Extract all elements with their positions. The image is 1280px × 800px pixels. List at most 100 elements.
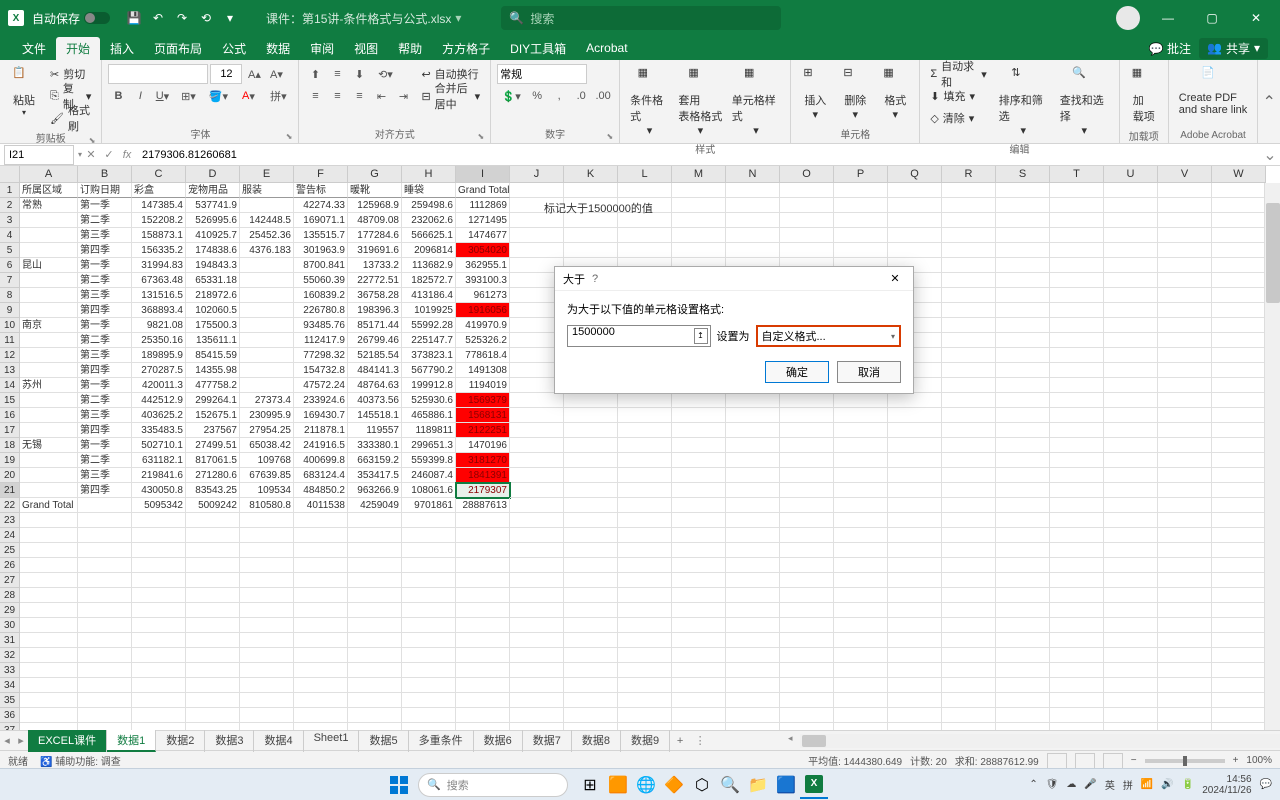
cell[interactable]: 237567 [186, 423, 240, 438]
cell[interactable] [834, 693, 888, 708]
cell[interactable] [20, 543, 78, 558]
cell[interactable]: 睡袋 [402, 183, 456, 198]
cell[interactable] [402, 723, 456, 730]
cell[interactable] [1158, 708, 1212, 723]
cell[interactable] [132, 603, 186, 618]
touch-mode-icon[interactable]: ⟲ [196, 8, 216, 28]
cell[interactable]: 55060.39 [294, 273, 348, 288]
cell[interactable] [294, 573, 348, 588]
cell[interactable]: 2122251 [456, 423, 510, 438]
cell[interactable] [510, 573, 564, 588]
cell[interactable] [834, 438, 888, 453]
tray-mic-icon[interactable]: 🎤 [1084, 779, 1096, 790]
cell[interactable] [1158, 183, 1212, 198]
cell[interactable] [942, 528, 996, 543]
cell[interactable] [186, 513, 240, 528]
cell[interactable]: 52185.54 [348, 348, 402, 363]
cell[interactable] [1212, 513, 1266, 528]
cell[interactable] [240, 723, 294, 730]
cell[interactable] [996, 678, 1050, 693]
cell[interactable] [726, 483, 780, 498]
cell[interactable] [20, 573, 78, 588]
cell[interactable] [510, 228, 564, 243]
cell[interactable]: 1194019 [456, 378, 510, 393]
cell[interactable] [1050, 333, 1104, 348]
cell[interactable]: 108061.6 [402, 483, 456, 498]
cell[interactable] [564, 588, 618, 603]
cell[interactable] [564, 648, 618, 663]
menu-help[interactable]: 帮助 [388, 37, 432, 60]
col-header-A[interactable]: A [20, 166, 78, 183]
align-center-icon[interactable]: ≡ [327, 86, 347, 106]
row-header-22[interactable]: 22 [0, 498, 20, 513]
cell[interactable]: 270287.5 [132, 363, 186, 378]
cell[interactable] [402, 708, 456, 723]
add-sheet-button[interactable]: + [670, 735, 690, 747]
cell[interactable] [672, 498, 726, 513]
cell[interactable]: 85415.59 [186, 348, 240, 363]
cell[interactable]: 1189811 [402, 423, 456, 438]
cell[interactable] [780, 198, 834, 213]
cell[interactable] [780, 228, 834, 243]
cell[interactable] [1158, 483, 1212, 498]
cell[interactable] [456, 648, 510, 663]
cell[interactable] [186, 633, 240, 648]
cell[interactable] [20, 483, 78, 498]
cell[interactable] [672, 648, 726, 663]
cell[interactable] [996, 618, 1050, 633]
cell[interactable] [510, 693, 564, 708]
cell[interactable]: 230995.9 [240, 408, 294, 423]
cell[interactable]: 182572.7 [402, 273, 456, 288]
cell[interactable]: 第二季 [78, 213, 132, 228]
cell[interactable]: 393100.3 [456, 273, 510, 288]
cell[interactable] [402, 513, 456, 528]
cell[interactable] [672, 528, 726, 543]
row-header-18[interactable]: 18 [0, 438, 20, 453]
cell[interactable]: 177284.6 [348, 228, 402, 243]
cell[interactable] [672, 213, 726, 228]
cell[interactable] [780, 603, 834, 618]
cell[interactable] [672, 483, 726, 498]
cell[interactable] [996, 438, 1050, 453]
cell[interactable] [1050, 438, 1104, 453]
cell[interactable] [726, 678, 780, 693]
cell[interactable] [20, 513, 78, 528]
cell[interactable] [942, 363, 996, 378]
cell[interactable] [996, 303, 1050, 318]
cell[interactable]: 无锡 [20, 438, 78, 453]
cell[interactable] [510, 468, 564, 483]
cell[interactable] [1212, 393, 1266, 408]
vertical-scrollbar[interactable] [1264, 183, 1280, 730]
cell[interactable] [942, 378, 996, 393]
cell[interactable] [618, 693, 672, 708]
cell[interactable]: 373823.1 [402, 348, 456, 363]
col-header-B[interactable]: B [78, 166, 132, 183]
cell[interactable] [1158, 243, 1212, 258]
cell[interactable] [132, 543, 186, 558]
sheet-tab-11[interactable]: 数据9 [621, 730, 670, 752]
cell[interactable] [20, 708, 78, 723]
cell[interactable] [780, 213, 834, 228]
cell[interactable]: 1841391 [456, 468, 510, 483]
cell[interactable]: 241916.5 [294, 438, 348, 453]
cell[interactable] [1158, 408, 1212, 423]
cell[interactable] [1158, 258, 1212, 273]
cell[interactable] [1050, 693, 1104, 708]
cell[interactable] [1104, 348, 1158, 363]
cell[interactable] [780, 528, 834, 543]
cell[interactable] [564, 468, 618, 483]
cell[interactable]: 152208.2 [132, 213, 186, 228]
cell[interactable]: 413186.4 [402, 288, 456, 303]
cell[interactable]: 537741.9 [186, 198, 240, 213]
range-picker-icon[interactable]: ↥ [694, 328, 708, 344]
taskbar-app-5[interactable]: 🟦 [772, 771, 800, 799]
cell[interactable] [996, 363, 1050, 378]
cell[interactable] [996, 288, 1050, 303]
col-header-O[interactable]: O [780, 166, 834, 183]
cell[interactable] [1104, 603, 1158, 618]
row-header-19[interactable]: 19 [0, 453, 20, 468]
cell[interactable] [1050, 183, 1104, 198]
menu-view[interactable]: 视图 [344, 37, 388, 60]
cell[interactable] [888, 573, 942, 588]
cell[interactable] [564, 633, 618, 648]
